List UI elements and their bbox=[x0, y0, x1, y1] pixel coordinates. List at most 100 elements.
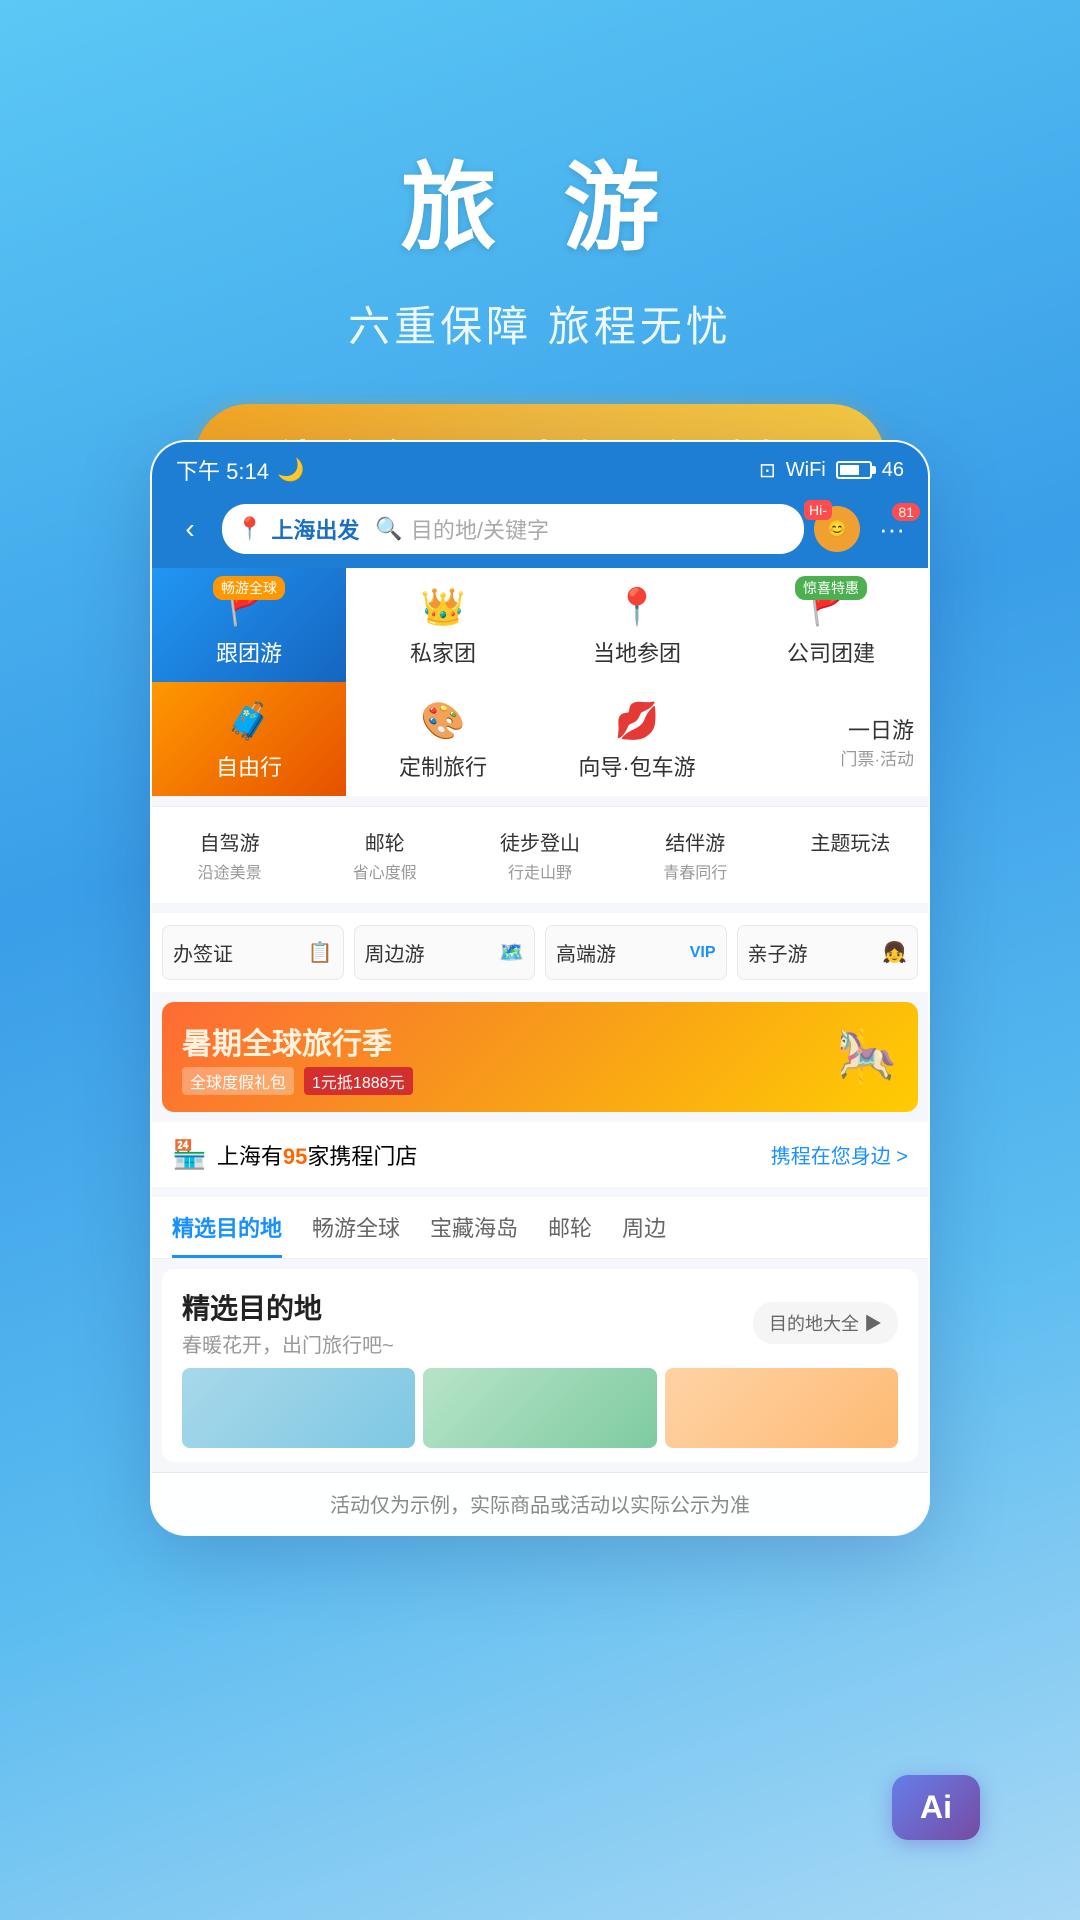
sub-menu-self-drive[interactable]: 自驾游 沿途美景 bbox=[152, 821, 307, 889]
ai-badge[interactable]: Ai bbox=[892, 1775, 980, 1840]
sub-menu-companion[interactable]: 结伴游 青春同行 bbox=[618, 821, 773, 889]
free-tour-label: 自由行 bbox=[216, 750, 282, 782]
tag-luxury[interactable]: 高端游 VIP bbox=[545, 925, 727, 980]
hero-title: 旅 游 bbox=[0, 130, 1080, 269]
nav-bar: ‹ 📍 上海出发 🔍 目的地/关键字 Hi- 😊 ··· 81 bbox=[152, 494, 928, 568]
self-drive-sub: 沿途美景 bbox=[198, 859, 262, 883]
sub-menu-cruise[interactable]: 邮轮 省心度假 bbox=[307, 821, 462, 889]
sub-menu: 自驾游 沿途美景 邮轮 省心度假 徒步登山 行走山野 结伴游 青春同行 主题玩法 bbox=[152, 806, 928, 903]
moon-icon: 🌙 bbox=[277, 457, 304, 483]
tab-nearby[interactable]: 周边 bbox=[622, 1211, 666, 1258]
menu-item-guide-tour[interactable]: 💋 向导·包车游 bbox=[540, 682, 734, 796]
battery-level: 46 bbox=[882, 459, 904, 482]
day-tour-sub: 门票·活动 bbox=[840, 745, 914, 770]
private-tour-icon: 👑 bbox=[421, 586, 466, 628]
promo-image-banner[interactable]: 暑期全球旅行季 全球度假礼包 1元抵1888元 🎠 bbox=[162, 1002, 918, 1112]
back-button[interactable]: ‹ bbox=[168, 507, 212, 551]
more-button[interactable]: ··· 81 bbox=[872, 509, 912, 549]
store-info: 🏪 上海有95家携程门店 携程在您身边 > bbox=[152, 1122, 928, 1187]
screen-icon: ⊡ bbox=[759, 458, 776, 483]
visa-icon: 📋 bbox=[308, 940, 333, 965]
tag-visa[interactable]: 办签证 📋 bbox=[162, 925, 344, 980]
time-display: 下午 5:14 bbox=[176, 454, 269, 486]
promo-sub2: 1元抵1888元 bbox=[304, 1067, 413, 1095]
dest-image-2 bbox=[423, 1368, 656, 1448]
dest-images bbox=[182, 1368, 898, 1448]
family-label: 亲子游 bbox=[748, 938, 808, 967]
menu-grid: 畅游全球 🚩 跟团游 👑 私家团 📍 当地参团 惊喜特惠 🚩 公司团建 🧳 自由… bbox=[152, 568, 928, 796]
local-tour-icon: 📍 bbox=[615, 586, 660, 628]
menu-item-group-tour[interactable]: 畅游全球 🚩 跟团游 bbox=[152, 568, 346, 682]
day-tour-label: 一日游 bbox=[840, 713, 914, 745]
menu-item-private-tour[interactable]: 👑 私家团 bbox=[346, 568, 540, 682]
dest-image-3 bbox=[665, 1368, 898, 1448]
main-content: 畅游全球 🚩 跟团游 👑 私家团 📍 当地参团 惊喜特惠 🚩 公司团建 🧳 自由… bbox=[152, 568, 928, 1534]
sub-menu-theme[interactable]: 主题玩法 bbox=[773, 821, 928, 889]
cruise-sub: 省心度假 bbox=[353, 859, 417, 883]
theme-label: 主题玩法 bbox=[810, 827, 890, 856]
store-icon: 🏪 bbox=[172, 1138, 207, 1171]
menu-item-custom-tour[interactable]: 🎨 定制旅行 bbox=[346, 682, 540, 796]
luxury-icon: VIP bbox=[690, 944, 716, 962]
tab-island[interactable]: 宝藏海岛 bbox=[430, 1211, 518, 1258]
menu-item-day-tour[interactable]: 一日游 门票·活动 bbox=[734, 682, 928, 796]
dest-card-title: 精选目的地 bbox=[182, 1287, 394, 1327]
search-input[interactable]: 目的地/关键字 bbox=[411, 513, 549, 545]
hiking-label: 徒步登山 bbox=[500, 827, 580, 856]
free-tour-icon: 🧳 bbox=[227, 700, 272, 742]
location-icon: 📍 bbox=[236, 516, 263, 542]
custom-tour-label: 定制旅行 bbox=[399, 750, 487, 782]
disclaimer: 活动仅为示例，实际商品或活动以实际公示为准 bbox=[152, 1472, 928, 1534]
companion-sub: 青春同行 bbox=[663, 859, 727, 883]
promo-title: 暑期全球旅行季 bbox=[182, 1019, 413, 1063]
tag-nearby[interactable]: 周边游 🗺️ bbox=[354, 925, 536, 980]
sub-menu-hiking[interactable]: 徒步登山 行走山野 bbox=[462, 821, 617, 889]
self-drive-label: 自驾游 bbox=[200, 827, 260, 856]
user-avatar[interactable]: Hi- 😊 bbox=[814, 506, 860, 552]
hi-badge: Hi- bbox=[804, 500, 832, 520]
tab-cruise[interactable]: 邮轮 bbox=[548, 1211, 592, 1258]
local-tour-label: 当地参团 bbox=[593, 636, 681, 668]
hero-subtitle: 六重保障 旅程无忧 bbox=[0, 293, 1080, 354]
tab-selected-dest[interactable]: 精选目的地 bbox=[172, 1211, 282, 1258]
cruise-label: 邮轮 bbox=[365, 827, 405, 856]
tab-global[interactable]: 畅游全球 bbox=[312, 1211, 400, 1258]
menu-item-local-tour[interactable]: 📍 当地参团 bbox=[540, 568, 734, 682]
luxury-label: 高端游 bbox=[556, 938, 616, 967]
nearby-icon: 🗺️ bbox=[499, 940, 524, 965]
avatar-icon: 😊 bbox=[827, 519, 847, 539]
tabs-row: 精选目的地 畅游全球 宝藏海岛 邮轮 周边 bbox=[152, 1197, 928, 1259]
wifi-icon: WiFi bbox=[786, 459, 826, 482]
search-bar[interactable]: 📍 上海出发 🔍 目的地/关键字 bbox=[222, 504, 804, 554]
companion-label: 结伴游 bbox=[665, 827, 725, 856]
custom-tour-icon: 🎨 bbox=[421, 700, 466, 742]
dest-image-1 bbox=[182, 1368, 415, 1448]
search-icon: 🔍 bbox=[375, 516, 402, 542]
menu-item-company-tour[interactable]: 惊喜特惠 🚩 公司团建 bbox=[734, 568, 928, 682]
visa-label: 办签证 bbox=[173, 938, 233, 967]
nav-actions: Hi- 😊 ··· 81 bbox=[814, 506, 912, 552]
store-text: 上海有95家携程门店 bbox=[217, 1139, 418, 1171]
guide-tour-icon: 💋 bbox=[615, 700, 660, 742]
nearby-label: 周边游 bbox=[365, 938, 425, 967]
promo-sub1: 全球度假礼包 bbox=[182, 1067, 294, 1095]
notification-count: 81 bbox=[892, 503, 920, 521]
company-tour-badge: 惊喜特惠 bbox=[795, 576, 867, 600]
phone-mockup: 下午 5:14 🌙 ⊡ WiFi 46 ‹ 📍 上海出发 🔍 目的地/关键字 H… bbox=[150, 440, 930, 1536]
battery-icon bbox=[836, 461, 872, 479]
store-count: 95 bbox=[283, 1144, 307, 1169]
dest-card: 精选目的地 春暖花开，出门旅行吧~ 目的地大全 ▶ bbox=[162, 1269, 918, 1462]
family-icon: 👧 bbox=[882, 940, 907, 965]
departure-city[interactable]: 上海出发 bbox=[271, 513, 359, 545]
guide-tour-label: 向导·包车游 bbox=[578, 750, 695, 782]
store-link[interactable]: 携程在您身边 > bbox=[771, 1140, 908, 1169]
hiking-sub: 行走山野 bbox=[508, 859, 572, 883]
group-tour-badge: 畅游全球 bbox=[213, 576, 285, 600]
menu-item-free-tour[interactable]: 🧳 自由行 bbox=[152, 682, 346, 796]
status-bar: 下午 5:14 🌙 ⊡ WiFi 46 bbox=[152, 442, 928, 494]
dest-card-btn[interactable]: 目的地大全 ▶ bbox=[753, 1302, 898, 1344]
tag-family[interactable]: 亲子游 👧 bbox=[737, 925, 919, 980]
company-tour-label: 公司团建 bbox=[787, 636, 875, 668]
private-tour-label: 私家团 bbox=[410, 636, 476, 668]
dest-card-sub: 春暖花开，出门旅行吧~ bbox=[182, 1329, 394, 1358]
